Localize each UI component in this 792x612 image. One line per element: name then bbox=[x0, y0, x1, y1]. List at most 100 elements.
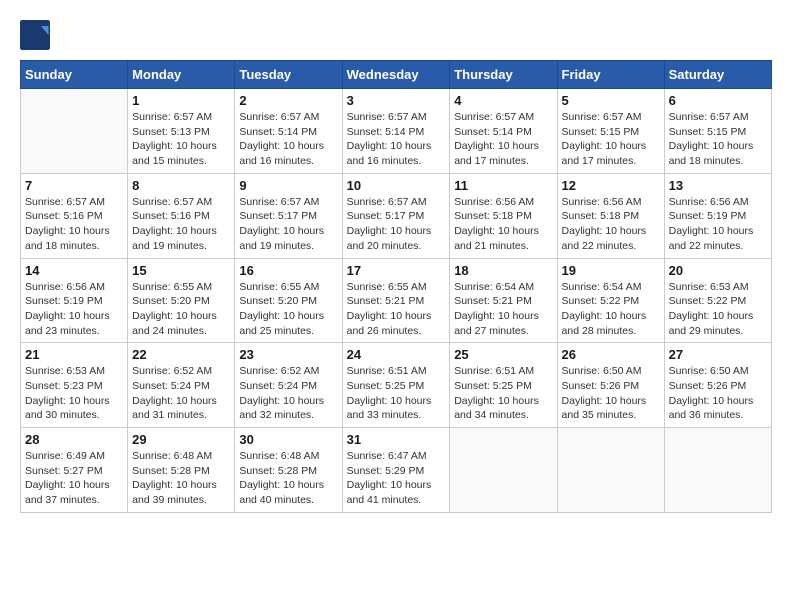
calendar-cell: 8 Sunrise: 6:57 AM Sunset: 5:16 PM Daylig… bbox=[128, 173, 235, 258]
calendar-table: SundayMondayTuesdayWednesdayThursdayFrid… bbox=[20, 60, 772, 513]
day-info: Sunrise: 6:57 AM Sunset: 5:14 PM Dayligh… bbox=[347, 110, 446, 169]
day-number: 1 bbox=[132, 93, 230, 108]
day-number: 19 bbox=[562, 263, 660, 278]
day-info: Sunrise: 6:57 AM Sunset: 5:13 PM Dayligh… bbox=[132, 110, 230, 169]
calendar-cell: 12 Sunrise: 6:56 AM Sunset: 5:18 PM Dayli… bbox=[557, 173, 664, 258]
calendar-cell: 22 Sunrise: 6:52 AM Sunset: 5:24 PM Dayli… bbox=[128, 343, 235, 428]
calendar-cell: 11Sunrise: 6:56 AM Sunset: 5:18 PM Dayli… bbox=[450, 173, 557, 258]
day-info: Sunrise: 6:51 AM Sunset: 5:25 PM Dayligh… bbox=[347, 364, 446, 423]
calendar-cell: 26 Sunrise: 6:50 AM Sunset: 5:26 PM Dayli… bbox=[557, 343, 664, 428]
day-info: Sunrise: 6:54 AM Sunset: 5:22 PM Dayligh… bbox=[562, 280, 660, 339]
day-number: 26 bbox=[562, 347, 660, 362]
calendar-cell: 4Sunrise: 6:57 AM Sunset: 5:14 PM Daylig… bbox=[450, 89, 557, 174]
day-number: 31 bbox=[347, 432, 446, 447]
day-info: Sunrise: 6:52 AM Sunset: 5:24 PM Dayligh… bbox=[132, 364, 230, 423]
day-info: Sunrise: 6:53 AM Sunset: 5:23 PM Dayligh… bbox=[25, 364, 123, 423]
day-number: 17 bbox=[347, 263, 446, 278]
day-number: 14 bbox=[25, 263, 123, 278]
week-row-3: 14 Sunrise: 6:56 AM Sunset: 5:19 PM Dayli… bbox=[21, 258, 772, 343]
day-number: 4 bbox=[454, 93, 552, 108]
day-number: 12 bbox=[562, 178, 660, 193]
calendar-cell: 3 Sunrise: 6:57 AM Sunset: 5:14 PM Daylig… bbox=[342, 89, 450, 174]
day-info: Sunrise: 6:57 AM Sunset: 5:17 PM Dayligh… bbox=[347, 195, 446, 254]
page-header bbox=[20, 20, 772, 50]
day-info: Sunrise: 6:54 AM Sunset: 5:21 PM Dayligh… bbox=[454, 280, 552, 339]
day-number: 22 bbox=[132, 347, 230, 362]
calendar-cell: 7Sunrise: 6:57 AM Sunset: 5:16 PM Daylig… bbox=[21, 173, 128, 258]
day-number: 29 bbox=[132, 432, 230, 447]
day-info: Sunrise: 6:50 AM Sunset: 5:26 PM Dayligh… bbox=[669, 364, 767, 423]
calendar-cell: 27 Sunrise: 6:50 AM Sunset: 5:26 PM Dayli… bbox=[664, 343, 771, 428]
calendar-cell bbox=[557, 428, 664, 513]
day-number: 23 bbox=[239, 347, 337, 362]
day-number: 6 bbox=[669, 93, 767, 108]
day-number: 18 bbox=[454, 263, 552, 278]
calendar-cell bbox=[664, 428, 771, 513]
day-number: 28 bbox=[25, 432, 123, 447]
calendar-cell: 9 Sunrise: 6:57 AM Sunset: 5:17 PM Daylig… bbox=[235, 173, 342, 258]
calendar-cell: 19 Sunrise: 6:54 AM Sunset: 5:22 PM Dayli… bbox=[557, 258, 664, 343]
day-number: 25 bbox=[454, 347, 552, 362]
week-row-1: 1 Sunrise: 6:57 AM Sunset: 5:13 PM Daylig… bbox=[21, 89, 772, 174]
day-number: 24 bbox=[347, 347, 446, 362]
day-number: 2 bbox=[239, 93, 337, 108]
day-number: 3 bbox=[347, 93, 446, 108]
weekday-header-row: SundayMondayTuesdayWednesdayThursdayFrid… bbox=[21, 61, 772, 89]
calendar-cell: 30Sunrise: 6:48 AM Sunset: 5:28 PM Dayli… bbox=[235, 428, 342, 513]
day-number: 27 bbox=[669, 347, 767, 362]
calendar-cell: 18 Sunrise: 6:54 AM Sunset: 5:21 PM Dayli… bbox=[450, 258, 557, 343]
day-info: Sunrise: 6:57 AM Sunset: 5:15 PM Dayligh… bbox=[669, 110, 767, 169]
day-info: Sunrise: 6:51 AM Sunset: 5:25 PM Dayligh… bbox=[454, 364, 552, 423]
day-info: Sunrise: 6:56 AM Sunset: 5:19 PM Dayligh… bbox=[669, 195, 767, 254]
day-number: 21 bbox=[25, 347, 123, 362]
calendar-cell: 15Sunrise: 6:55 AM Sunset: 5:20 PM Dayli… bbox=[128, 258, 235, 343]
day-info: Sunrise: 6:55 AM Sunset: 5:20 PM Dayligh… bbox=[239, 280, 337, 339]
calendar-cell: 5Sunrise: 6:57 AM Sunset: 5:15 PM Daylig… bbox=[557, 89, 664, 174]
day-info: Sunrise: 6:47 AM Sunset: 5:29 PM Dayligh… bbox=[347, 449, 446, 508]
day-number: 16 bbox=[239, 263, 337, 278]
weekday-header-wednesday: Wednesday bbox=[342, 61, 450, 89]
week-row-5: 28Sunrise: 6:49 AM Sunset: 5:27 PM Dayli… bbox=[21, 428, 772, 513]
day-info: Sunrise: 6:50 AM Sunset: 5:26 PM Dayligh… bbox=[562, 364, 660, 423]
day-number: 7 bbox=[25, 178, 123, 193]
day-info: Sunrise: 6:52 AM Sunset: 5:24 PM Dayligh… bbox=[239, 364, 337, 423]
day-number: 13 bbox=[669, 178, 767, 193]
day-info: Sunrise: 6:55 AM Sunset: 5:21 PM Dayligh… bbox=[347, 280, 446, 339]
logo bbox=[20, 20, 54, 50]
day-number: 8 bbox=[132, 178, 230, 193]
logo-icon bbox=[20, 20, 50, 50]
calendar-cell: 16 Sunrise: 6:55 AM Sunset: 5:20 PM Dayli… bbox=[235, 258, 342, 343]
weekday-header-sunday: Sunday bbox=[21, 61, 128, 89]
day-number: 9 bbox=[239, 178, 337, 193]
calendar-cell: 2 Sunrise: 6:57 AM Sunset: 5:14 PM Daylig… bbox=[235, 89, 342, 174]
calendar-cell: 20Sunrise: 6:53 AM Sunset: 5:22 PM Dayli… bbox=[664, 258, 771, 343]
calendar-cell: 1 Sunrise: 6:57 AM Sunset: 5:13 PM Daylig… bbox=[128, 89, 235, 174]
calendar-cell: 24 Sunrise: 6:51 AM Sunset: 5:25 PM Dayli… bbox=[342, 343, 450, 428]
day-info: Sunrise: 6:48 AM Sunset: 5:28 PM Dayligh… bbox=[132, 449, 230, 508]
day-info: Sunrise: 6:57 AM Sunset: 5:16 PM Dayligh… bbox=[132, 195, 230, 254]
day-info: Sunrise: 6:56 AM Sunset: 5:18 PM Dayligh… bbox=[562, 195, 660, 254]
calendar-cell: 6 Sunrise: 6:57 AM Sunset: 5:15 PM Daylig… bbox=[664, 89, 771, 174]
calendar-cell: 28Sunrise: 6:49 AM Sunset: 5:27 PM Dayli… bbox=[21, 428, 128, 513]
weekday-header-tuesday: Tuesday bbox=[235, 61, 342, 89]
day-number: 15 bbox=[132, 263, 230, 278]
day-info: Sunrise: 6:56 AM Sunset: 5:19 PM Dayligh… bbox=[25, 280, 123, 339]
day-number: 11 bbox=[454, 178, 552, 193]
calendar-cell: 10Sunrise: 6:57 AM Sunset: 5:17 PM Dayli… bbox=[342, 173, 450, 258]
calendar-cell: 23 Sunrise: 6:52 AM Sunset: 5:24 PM Dayli… bbox=[235, 343, 342, 428]
calendar-cell: 21 Sunrise: 6:53 AM Sunset: 5:23 PM Dayli… bbox=[21, 343, 128, 428]
calendar-cell bbox=[450, 428, 557, 513]
weekday-header-friday: Friday bbox=[557, 61, 664, 89]
day-info: Sunrise: 6:57 AM Sunset: 5:14 PM Dayligh… bbox=[239, 110, 337, 169]
calendar-cell: 29 Sunrise: 6:48 AM Sunset: 5:28 PM Dayli… bbox=[128, 428, 235, 513]
day-info: Sunrise: 6:53 AM Sunset: 5:22 PM Dayligh… bbox=[669, 280, 767, 339]
day-info: Sunrise: 6:57 AM Sunset: 5:17 PM Dayligh… bbox=[239, 195, 337, 254]
calendar-cell: 17 Sunrise: 6:55 AM Sunset: 5:21 PM Dayli… bbox=[342, 258, 450, 343]
calendar-cell: 31 Sunrise: 6:47 AM Sunset: 5:29 PM Dayli… bbox=[342, 428, 450, 513]
week-row-2: 7 Sunrise: 6:57 AM Sunset: 5:16 PM Daylig… bbox=[21, 173, 772, 258]
week-row-4: 21 Sunrise: 6:53 AM Sunset: 5:23 PM Dayli… bbox=[21, 343, 772, 428]
weekday-header-saturday: Saturday bbox=[664, 61, 771, 89]
calendar-cell: 14 Sunrise: 6:56 AM Sunset: 5:19 PM Dayli… bbox=[21, 258, 128, 343]
calendar-cell: 13 Sunrise: 6:56 AM Sunset: 5:19 PM Dayli… bbox=[664, 173, 771, 258]
calendar-cell: 25 Sunrise: 6:51 AM Sunset: 5:25 PM Dayli… bbox=[450, 343, 557, 428]
